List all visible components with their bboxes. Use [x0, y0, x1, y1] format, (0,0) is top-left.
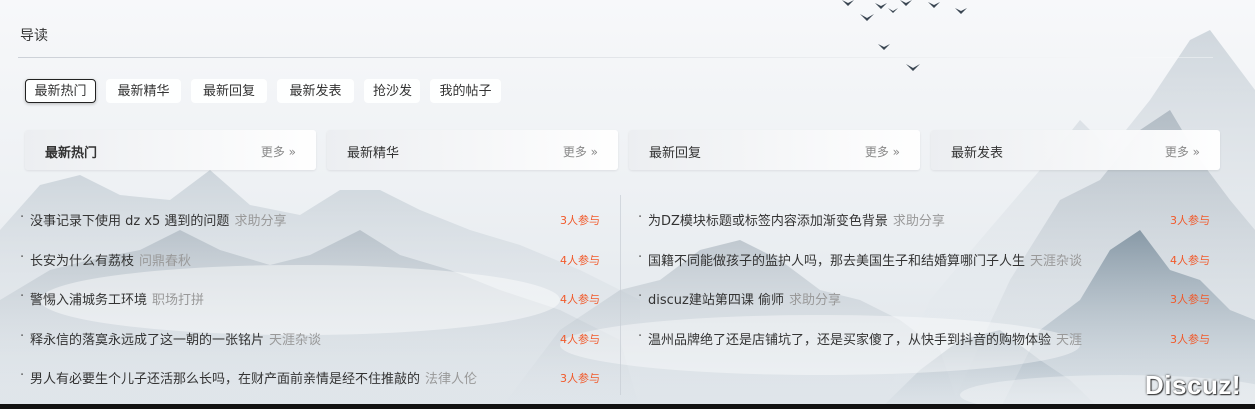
- list-item: · 释永信的落寞永远成了这一朝的一张铭片 天涯杂谈 4人参与: [20, 329, 600, 369]
- thread-category-link[interactable]: 求助分享: [789, 293, 841, 308]
- thread-title-link[interactable]: 国籍不同能做孩子的监护人吗，那去美国生子和结婚算哪门子人生: [648, 254, 1025, 269]
- participant-count: 4人参与: [1170, 253, 1210, 267]
- participant-count: 4人参与: [560, 332, 600, 346]
- bullet: ·: [20, 368, 25, 383]
- thread-category-link[interactable]: 天涯: [1056, 333, 1082, 348]
- thread-title-link[interactable]: 没事记录下使用 dz x5 遇到的问题: [30, 214, 229, 229]
- bullet: ·: [20, 328, 25, 344]
- list-item: · discuz建站第四课 偷师 求助分享 3人参与: [638, 289, 1210, 329]
- thread-category-link[interactable]: 问鼎春秋: [139, 254, 191, 269]
- tab-latest-hot[interactable]: 最新热门: [25, 79, 96, 103]
- thread-category-link[interactable]: 天涯杂谈: [269, 333, 321, 348]
- thread-title-link[interactable]: 释永信的落寞永远成了这一朝的一张铭片: [30, 333, 264, 348]
- panel-title: 最新热门: [45, 146, 98, 161]
- title-divider: [18, 57, 1213, 58]
- discuz-watermark: Discuz!: [1145, 370, 1241, 400]
- list-item: · 国籍不同能做孩子的监护人吗，那去美国生子和结婚算哪门子人生 天涯杂谈 4人参与: [638, 250, 1210, 290]
- more-link[interactable]: 更多 »: [865, 143, 900, 160]
- thread-list-right: · 为DZ模块标题或标签内容添加渐变色背景 求助分享 3人参与 · 国籍不同能做孩…: [638, 210, 1210, 368]
- thread-title-link[interactable]: discuz建站第四课 偷师: [648, 293, 784, 308]
- thread-category-link[interactable]: 求助分享: [234, 214, 286, 229]
- participant-count: 4人参与: [560, 253, 600, 267]
- panel-header-posts: 最新发表 更多 »: [931, 130, 1220, 170]
- thread-title-link[interactable]: 男人有必要生个儿子还活那么长吗，在财产面前亲情是经不住推敲的: [30, 372, 420, 387]
- participant-count: 3人参与: [560, 372, 600, 385]
- bullet: ·: [638, 289, 643, 304]
- participant-count: 3人参与: [560, 214, 600, 227]
- list-item: · 男人有必要生个儿子还活那么长吗，在财产面前亲情是经不住推敲的 法律人伦 3人参…: [20, 368, 600, 408]
- more-link[interactable]: 更多 »: [1165, 143, 1200, 160]
- bullet: ·: [20, 249, 25, 265]
- bullet: ·: [638, 210, 643, 225]
- bullet: ·: [20, 210, 25, 225]
- thread-category-link[interactable]: 职场打拼: [152, 293, 204, 308]
- section-title: 导读: [20, 28, 48, 44]
- bottom-bar: [0, 404, 1255, 409]
- more-link[interactable]: 更多 »: [563, 143, 598, 160]
- thread-title-link[interactable]: 警惕入浦城务工环境: [30, 293, 147, 308]
- panel-header-replies: 最新回复 更多 »: [629, 130, 920, 170]
- column-divider: [620, 195, 621, 395]
- list-item: · 长安为什么有荔枝 问鼎春秋 4人参与: [20, 250, 600, 290]
- tab-latest-posts[interactable]: 最新发表: [277, 79, 354, 103]
- panel-header-hot: 最新热门 更多 »: [25, 130, 316, 170]
- thread-title-link[interactable]: 长安为什么有荔枝: [30, 254, 134, 269]
- participant-count: 3人参与: [1170, 214, 1210, 227]
- thread-category-link[interactable]: 法律人伦: [425, 372, 477, 387]
- thread-category-link[interactable]: 求助分享: [893, 214, 945, 229]
- thread-title-link[interactable]: 温州品牌绝了还是店铺坑了，还是买家傻了，从快手到抖音的购物体验: [648, 333, 1051, 348]
- list-item: · 温州品牌绝了还是店铺坑了，还是买家傻了，从快手到抖音的购物体验 天涯 3人参与: [638, 329, 1210, 369]
- tab-latest-featured[interactable]: 最新精华: [106, 79, 181, 103]
- panel-title: 最新精华: [347, 146, 400, 161]
- participant-count: 3人参与: [1170, 332, 1210, 346]
- thread-title-link[interactable]: 为DZ模块标题或标签内容添加渐变色背景: [648, 214, 888, 229]
- panel-title: 最新发表: [951, 146, 1004, 161]
- thread-list-left: · 没事记录下使用 dz x5 遇到的问题 求助分享 3人参与 · 长安为什么有荔…: [20, 210, 600, 408]
- participant-count: 4人参与: [560, 293, 600, 306]
- tab-my-threads[interactable]: 我的帖子: [430, 79, 501, 103]
- panel-title: 最新回复: [649, 146, 702, 161]
- list-item: · 没事记录下使用 dz x5 遇到的问题 求助分享 3人参与: [20, 210, 600, 250]
- tab-latest-replies[interactable]: 最新回复: [191, 79, 267, 103]
- list-item: · 警惕入浦城务工环境 职场打拼 4人参与: [20, 289, 600, 329]
- tab-bar: 最新热门 最新精华 最新回复 最新发表 抢沙发 我的帖子: [25, 79, 501, 103]
- tab-grab-sofa[interactable]: 抢沙发: [364, 79, 420, 103]
- bullet: ·: [638, 328, 643, 344]
- thread-category-link[interactable]: 天涯杂谈: [1030, 254, 1082, 269]
- bullet: ·: [20, 289, 25, 304]
- list-item: · 为DZ模块标题或标签内容添加渐变色背景 求助分享 3人参与: [638, 210, 1210, 250]
- participant-count: 3人参与: [1170, 293, 1210, 306]
- bullet: ·: [638, 249, 643, 265]
- panel-header-featured: 最新精华 更多 »: [327, 130, 618, 170]
- more-link[interactable]: 更多 »: [261, 143, 296, 160]
